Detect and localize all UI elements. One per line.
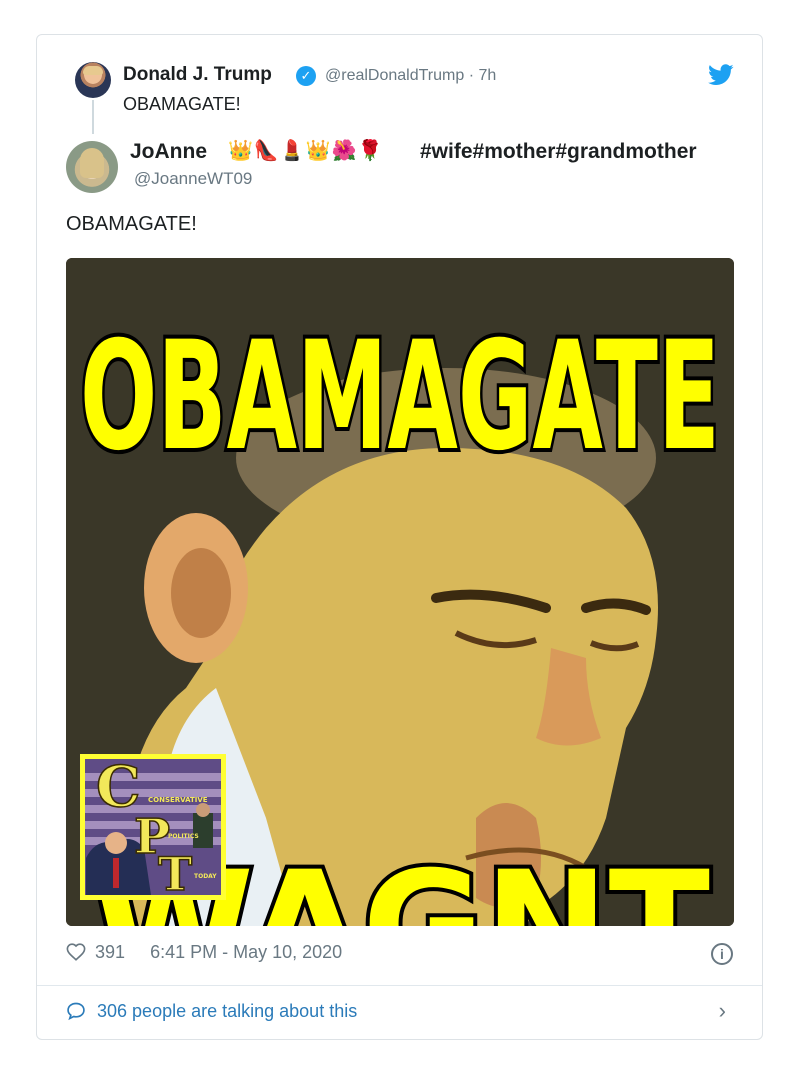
tweet-timestamp[interactable]: 6:41 PM - May 10, 2020 — [150, 942, 342, 962]
outer-tweet-text: OBAMAGATE! — [123, 94, 241, 114]
cpt-logo: C P T CONSERVATIVE POLITICS TODAY — [80, 753, 226, 902]
time-separator: · — [468, 67, 475, 84]
tweet-media-image[interactable]: OBAMAGATE WAGNT C P T CONSERVATIVE POL — [66, 258, 734, 926]
twitter-bird-icon[interactable] — [708, 64, 734, 86]
logo-letter-t: T — [158, 847, 192, 901]
outer-handle-time[interactable]: @realDonaldTrump · 7h — [325, 67, 496, 85]
info-icon[interactable]: i — [711, 943, 733, 965]
heart-icon[interactable] — [66, 943, 86, 961]
outer-handle[interactable]: @realDonaldTrump — [325, 67, 464, 84]
quoted-author-emojis: 👑👠💄👑🌺🌹 — [228, 140, 384, 162]
like-count[interactable]: 391 — [95, 942, 125, 962]
card-divider — [37, 985, 762, 986]
verified-badge-icon: ✓ — [296, 66, 316, 86]
poster-headline: OBAMAGATE — [80, 310, 720, 484]
conversation-link[interactable]: 306 people are talking about this — [66, 1001, 357, 1022]
quoted-handle[interactable]: @JoanneWT09 — [134, 169, 252, 189]
logo-word-today: TODAY — [194, 873, 217, 880]
quoted-author-hashtags: #wife#mother#grandmother — [420, 140, 697, 163]
logo-word-politics: POLITICS — [168, 833, 199, 840]
obama-poster-illustration: OBAMAGATE WAGNT C P T CONSERVATIVE POL — [66, 258, 734, 926]
chevron-right-icon[interactable]: › — [719, 998, 726, 1024]
conversation-text[interactable]: 306 people are talking about this — [97, 1001, 357, 1021]
tweet-meta-row: 391 6:41 PM - May 10, 2020 — [66, 942, 342, 963]
thread-connector — [92, 100, 94, 134]
trump-avatar[interactable] — [75, 62, 111, 98]
quoted-author-name[interactable]: JoAnne — [130, 140, 207, 164]
joanne-avatar[interactable] — [66, 141, 118, 193]
outer-author-name[interactable]: Donald J. Trump — [123, 64, 272, 86]
logo-word-conservative: CONSERVATIVE — [148, 796, 208, 804]
quoted-tweet-text: OBAMAGATE! — [66, 213, 197, 235]
outer-time[interactable]: 7h — [479, 67, 497, 84]
comment-bubble-icon — [67, 1002, 85, 1021]
embedded-tweet-card: Donald J. Trump ✓ @realDonaldTrump · 7h … — [36, 34, 763, 1040]
